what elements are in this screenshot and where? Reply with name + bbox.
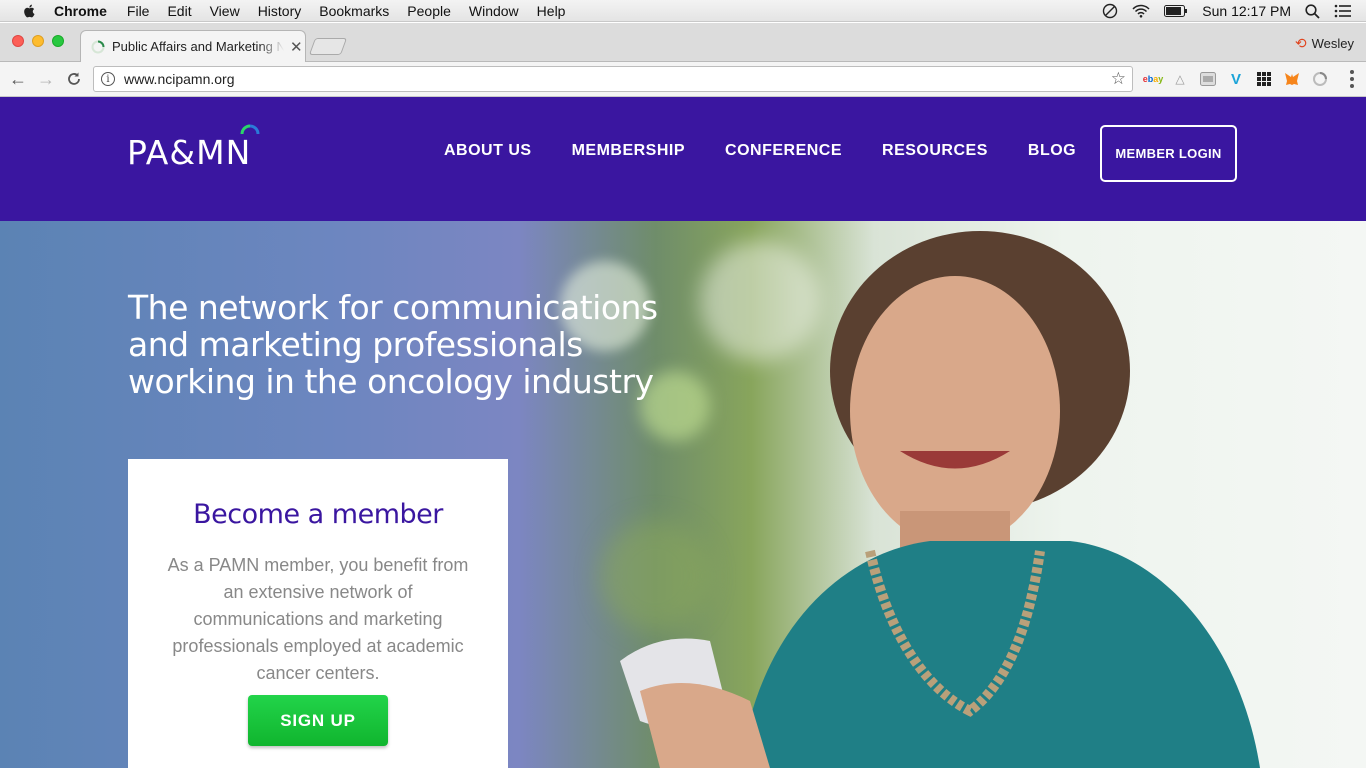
os-menubar: Chrome File Edit View History Bookmarks … — [0, 0, 1366, 22]
menu-people[interactable]: People — [407, 3, 451, 19]
site-header: PA&MN ABOUT US MEMBERSHIP CONFERENCE RES… — [0, 97, 1366, 221]
menu-bookmarks[interactable]: Bookmarks — [319, 3, 389, 19]
card-title: Become a member — [193, 499, 443, 530]
wifi-icon[interactable] — [1132, 4, 1150, 18]
menu-history[interactable]: History — [258, 3, 302, 19]
web-page: PA&MN ABOUT US MEMBERSHIP CONFERENCE RES… — [0, 97, 1366, 768]
menu-edit[interactable]: Edit — [167, 3, 191, 19]
metamask-icon[interactable] — [1283, 70, 1301, 88]
membership-card: Become a member As a PAMN member, you be… — [128, 459, 508, 768]
hero-section: The network for communications and marke… — [0, 221, 1366, 768]
menu-app-name[interactable]: Chrome — [54, 3, 107, 19]
close-window-button[interactable] — [12, 35, 24, 47]
new-tab-button[interactable] — [308, 38, 348, 55]
tab-title: Public Affairs and Marketing Network — [112, 39, 284, 54]
ebay-icon[interactable]: ebay — [1143, 70, 1164, 88]
notification-center-icon[interactable] — [1334, 4, 1352, 18]
nav-blog[interactable]: BLOG — [1028, 142, 1076, 160]
sign-up-button[interactable]: SIGN UP — [248, 695, 388, 746]
logo-swoosh-icon — [240, 124, 260, 135]
browser-tabstrip: Public Affairs and Marketing Network ✕ ⟲… — [0, 23, 1366, 62]
spotlight-search-icon[interactable] — [1305, 3, 1320, 19]
forward-arrow-icon[interactable]: → — [36, 69, 56, 89]
member-login-button[interactable]: MEMBER LOGIN — [1100, 125, 1237, 182]
chrome-menu-icon[interactable] — [1350, 70, 1356, 88]
hero-headline: The network for communications and marke… — [128, 288, 658, 401]
menu-help[interactable]: Help — [537, 3, 566, 19]
profile-icon: ⟲ — [1294, 35, 1307, 51]
hero-portrait-photo — [620, 231, 1260, 768]
grid-icon[interactable] — [1255, 70, 1273, 88]
zoom-window-button[interactable] — [52, 35, 64, 47]
profile-name: Wesley — [1311, 36, 1354, 51]
close-tab-icon[interactable]: ✕ — [290, 38, 303, 56]
vpn-icon[interactable] — [1199, 70, 1217, 88]
address-bar[interactable]: i www.ncipamn.org ☆ — [93, 66, 1133, 92]
do-not-disturb-icon[interactable] — [1102, 3, 1118, 19]
profile-button[interactable]: ⟲ Wesley — [1295, 35, 1354, 52]
menu-window[interactable]: Window — [469, 3, 519, 19]
nav-conference[interactable]: CONFERENCE — [725, 142, 842, 160]
vimeo-icon[interactable]: V — [1227, 70, 1245, 88]
minimize-window-button[interactable] — [32, 35, 44, 47]
loading-spinner-icon — [91, 40, 105, 53]
apple-icon[interactable] — [20, 3, 40, 19]
reload-icon[interactable] — [64, 69, 84, 89]
card-body: As a PAMN member, you benefit from an ex… — [167, 555, 469, 683]
browser-tab[interactable]: Public Affairs and Marketing Network ✕ — [80, 30, 306, 62]
site-logo[interactable]: PA&MN — [127, 124, 260, 172]
menu-view[interactable]: View — [210, 3, 240, 19]
sync-icon[interactable] — [1311, 70, 1329, 88]
site-info-icon[interactable]: i — [101, 72, 115, 86]
translate-icon[interactable]: △ — [1171, 70, 1189, 88]
nav-resources[interactable]: RESOURCES — [882, 142, 988, 160]
bookmark-star-icon[interactable]: ☆ — [1111, 69, 1126, 89]
back-arrow-icon[interactable]: ← — [8, 69, 28, 89]
nav-about-us[interactable]: ABOUT US — [444, 142, 532, 160]
menu-clock[interactable]: Sun 12:17 PM — [1202, 3, 1291, 19]
battery-icon[interactable] — [1164, 5, 1188, 17]
browser-toolbar: ← → i www.ncipamn.org ☆ ebay △ V — [0, 62, 1366, 97]
nav-membership[interactable]: MEMBERSHIP — [572, 142, 685, 160]
logo-text: PA&MN — [127, 133, 252, 172]
address-url: www.ncipamn.org — [124, 71, 235, 87]
menu-file[interactable]: File — [127, 3, 150, 19]
main-nav: ABOUT US MEMBERSHIP CONFERENCE RESOURCES… — [444, 142, 1116, 160]
